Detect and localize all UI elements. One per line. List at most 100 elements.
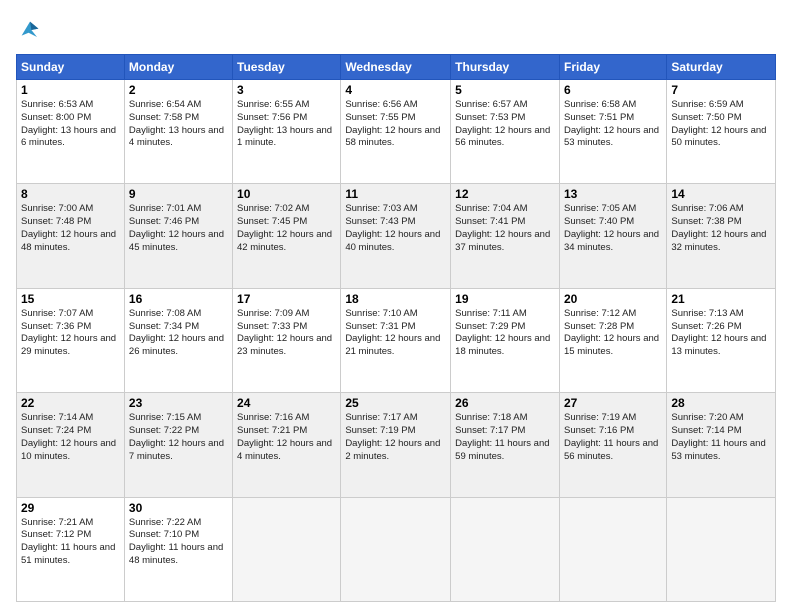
daylight-label: Daylight: 12 hours and 26 minutes. [129, 333, 224, 357]
sunset-label: Sunset: 7:38 PM [671, 216, 741, 227]
day-info: Sunrise: 7:11 AM Sunset: 7:29 PM Dayligh… [455, 308, 555, 359]
header [16, 16, 776, 44]
sunrise-label: Sunrise: 7:16 AM [237, 412, 309, 423]
day-info: Sunrise: 7:02 AM Sunset: 7:45 PM Dayligh… [237, 203, 336, 254]
sunset-label: Sunset: 7:21 PM [237, 425, 307, 436]
day-info: Sunrise: 7:06 AM Sunset: 7:38 PM Dayligh… [671, 203, 771, 254]
daylight-label: Daylight: 12 hours and 56 minutes. [455, 125, 550, 149]
day-info: Sunrise: 6:58 AM Sunset: 7:51 PM Dayligh… [564, 99, 662, 150]
sunrise-label: Sunrise: 7:14 AM [21, 412, 93, 423]
day-number: 9 [129, 187, 228, 201]
day-number: 10 [237, 187, 336, 201]
daylight-label: Daylight: 11 hours and 48 minutes. [129, 542, 223, 566]
sunset-label: Sunset: 8:00 PM [21, 112, 91, 123]
table-row: 14 Sunrise: 7:06 AM Sunset: 7:38 PM Dayl… [667, 184, 776, 288]
sunrise-label: Sunrise: 7:07 AM [21, 308, 93, 319]
calendar-week-row: 22 Sunrise: 7:14 AM Sunset: 7:24 PM Dayl… [17, 393, 776, 497]
table-row: 27 Sunrise: 7:19 AM Sunset: 7:16 PM Dayl… [559, 393, 666, 497]
day-number: 30 [129, 501, 228, 515]
day-number: 28 [671, 396, 771, 410]
daylight-label: Daylight: 12 hours and 48 minutes. [21, 229, 116, 253]
sunset-label: Sunset: 7:41 PM [455, 216, 525, 227]
table-row: 29 Sunrise: 7:21 AM Sunset: 7:12 PM Dayl… [17, 497, 125, 601]
table-row: 21 Sunrise: 7:13 AM Sunset: 7:26 PM Dayl… [667, 288, 776, 392]
sunset-label: Sunset: 7:14 PM [671, 425, 741, 436]
sunrise-label: Sunrise: 7:11 AM [455, 308, 527, 319]
day-info: Sunrise: 7:08 AM Sunset: 7:34 PM Dayligh… [129, 308, 228, 359]
day-info: Sunrise: 6:59 AM Sunset: 7:50 PM Dayligh… [671, 99, 771, 150]
daylight-label: Daylight: 12 hours and 15 minutes. [564, 333, 659, 357]
calendar-table: Sunday Monday Tuesday Wednesday Thursday… [16, 54, 776, 602]
sunrise-label: Sunrise: 7:06 AM [671, 203, 743, 214]
table-row: 28 Sunrise: 7:20 AM Sunset: 7:14 PM Dayl… [667, 393, 776, 497]
sunset-label: Sunset: 7:55 PM [345, 112, 415, 123]
col-friday: Friday [559, 55, 666, 80]
daylight-label: Daylight: 12 hours and 4 minutes. [237, 438, 332, 462]
sunset-label: Sunset: 7:43 PM [345, 216, 415, 227]
col-wednesday: Wednesday [341, 55, 451, 80]
table-row: 22 Sunrise: 7:14 AM Sunset: 7:24 PM Dayl… [17, 393, 125, 497]
sunrise-label: Sunrise: 7:20 AM [671, 412, 743, 423]
sunrise-label: Sunrise: 6:57 AM [455, 99, 527, 110]
day-number: 8 [21, 187, 120, 201]
table-row: 16 Sunrise: 7:08 AM Sunset: 7:34 PM Dayl… [124, 288, 232, 392]
table-row: 3 Sunrise: 6:55 AM Sunset: 7:56 PM Dayli… [233, 80, 341, 184]
daylight-label: Daylight: 12 hours and 58 minutes. [345, 125, 440, 149]
day-number: 19 [455, 292, 555, 306]
sunrise-label: Sunrise: 7:01 AM [129, 203, 201, 214]
sunset-label: Sunset: 7:16 PM [564, 425, 634, 436]
sunset-label: Sunset: 7:24 PM [21, 425, 91, 436]
logo-icon [16, 16, 44, 44]
day-info: Sunrise: 7:07 AM Sunset: 7:36 PM Dayligh… [21, 308, 120, 359]
table-row: 23 Sunrise: 7:15 AM Sunset: 7:22 PM Dayl… [124, 393, 232, 497]
sunrise-label: Sunrise: 7:19 AM [564, 412, 636, 423]
sunrise-label: Sunrise: 6:58 AM [564, 99, 636, 110]
day-info: Sunrise: 7:03 AM Sunset: 7:43 PM Dayligh… [345, 203, 446, 254]
day-number: 27 [564, 396, 662, 410]
day-info: Sunrise: 7:04 AM Sunset: 7:41 PM Dayligh… [455, 203, 555, 254]
day-number: 23 [129, 396, 228, 410]
daylight-label: Daylight: 13 hours and 6 minutes. [21, 125, 116, 149]
page: Sunday Monday Tuesday Wednesday Thursday… [0, 0, 792, 612]
table-row [233, 497, 341, 601]
day-number: 7 [671, 83, 771, 97]
day-number: 12 [455, 187, 555, 201]
day-info: Sunrise: 7:22 AM Sunset: 7:10 PM Dayligh… [129, 517, 228, 568]
table-row: 8 Sunrise: 7:00 AM Sunset: 7:48 PM Dayli… [17, 184, 125, 288]
sunset-label: Sunset: 7:46 PM [129, 216, 199, 227]
daylight-label: Daylight: 12 hours and 7 minutes. [129, 438, 224, 462]
table-row: 10 Sunrise: 7:02 AM Sunset: 7:45 PM Dayl… [233, 184, 341, 288]
day-number: 22 [21, 396, 120, 410]
daylight-label: Daylight: 12 hours and 45 minutes. [129, 229, 224, 253]
sunset-label: Sunset: 7:10 PM [129, 529, 199, 540]
day-info: Sunrise: 7:13 AM Sunset: 7:26 PM Dayligh… [671, 308, 771, 359]
sunset-label: Sunset: 7:22 PM [129, 425, 199, 436]
day-info: Sunrise: 7:19 AM Sunset: 7:16 PM Dayligh… [564, 412, 662, 463]
day-number: 2 [129, 83, 228, 97]
sunrise-label: Sunrise: 7:15 AM [129, 412, 201, 423]
sunset-label: Sunset: 7:26 PM [671, 321, 741, 332]
sunrise-label: Sunrise: 6:55 AM [237, 99, 309, 110]
daylight-label: Daylight: 12 hours and 50 minutes. [671, 125, 766, 149]
sunrise-label: Sunrise: 6:59 AM [671, 99, 743, 110]
sunset-label: Sunset: 7:12 PM [21, 529, 91, 540]
sunrise-label: Sunrise: 6:54 AM [129, 99, 201, 110]
day-info: Sunrise: 7:17 AM Sunset: 7:19 PM Dayligh… [345, 412, 446, 463]
sunrise-label: Sunrise: 7:02 AM [237, 203, 309, 214]
sunrise-label: Sunrise: 7:21 AM [21, 517, 93, 528]
sunrise-label: Sunrise: 7:17 AM [345, 412, 417, 423]
day-number: 13 [564, 187, 662, 201]
day-number: 4 [345, 83, 446, 97]
day-number: 5 [455, 83, 555, 97]
sunrise-label: Sunrise: 6:53 AM [21, 99, 93, 110]
daylight-label: Daylight: 12 hours and 29 minutes. [21, 333, 116, 357]
calendar-week-row: 29 Sunrise: 7:21 AM Sunset: 7:12 PM Dayl… [17, 497, 776, 601]
daylight-label: Daylight: 12 hours and 23 minutes. [237, 333, 332, 357]
day-info: Sunrise: 7:18 AM Sunset: 7:17 PM Dayligh… [455, 412, 555, 463]
sunrise-label: Sunrise: 7:09 AM [237, 308, 309, 319]
sunset-label: Sunset: 7:40 PM [564, 216, 634, 227]
sunset-label: Sunset: 7:17 PM [455, 425, 525, 436]
day-info: Sunrise: 6:56 AM Sunset: 7:55 PM Dayligh… [345, 99, 446, 150]
day-info: Sunrise: 7:12 AM Sunset: 7:28 PM Dayligh… [564, 308, 662, 359]
table-row: 12 Sunrise: 7:04 AM Sunset: 7:41 PM Dayl… [451, 184, 560, 288]
